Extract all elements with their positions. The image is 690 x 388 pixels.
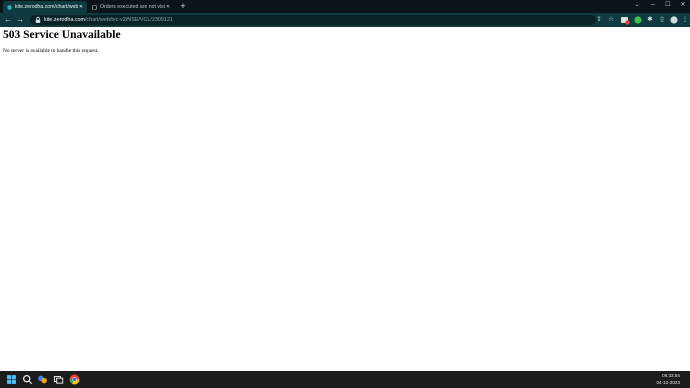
tab-orders[interactable]: Orders executed are not visible ✕ [88,1,174,13]
error-heading: 503 Service Unavailable [3,29,121,41]
browser-toolbar: ← → kite.zerodha.com/chart/web/tvc-v2/NS… [0,13,690,27]
tab-label: Orders executed are not visible [100,4,165,10]
windows-start-icon[interactable] [6,374,17,385]
clock-date: 04-12-2023 [656,379,681,385]
tab-close-icon[interactable]: ✕ [165,4,171,10]
url-path: /chart/web/tvc-v2/NSE/VCL/2309121 [85,17,173,23]
profile-avatar-icon[interactable] [669,15,679,25]
page-favicon-icon [92,4,97,10]
menu-kebab-icon[interactable]: ⋮ [680,15,690,25]
share-icon[interactable]: ⇪ [594,15,604,25]
address-bar[interactable]: kite.zerodha.com/chart/web/tvc-v2/NSE/VC… [30,15,596,25]
windows-taskbar: 09:33:54 04-12-2023 [0,371,690,388]
task-view-icon[interactable] [53,374,64,385]
system-clock[interactable]: 09:33:54 04-12-2023 [640,373,681,386]
new-tab-plus-icon[interactable]: + [178,1,188,11]
back-arrow-icon[interactable]: ← [3,15,13,25]
close-window-icon[interactable]: ✕ [674,0,690,11]
chrome-icon[interactable] [69,374,80,385]
search-icon[interactable] [22,374,33,385]
extensions-puzzle-icon[interactable]: ✱ [645,15,655,25]
forward-arrow-icon[interactable]: → [15,15,25,25]
url-host: kite.zerodha.com [44,17,86,23]
tab-close-icon[interactable]: ✕ [78,4,84,10]
tab-kite-chart[interactable]: kite.zerodha.com/chart/web/tvc ✕ [3,1,87,13]
copilot-icon[interactable] [37,374,48,385]
lock-icon [35,16,41,23]
tab-label: kite.zerodha.com/chart/web/tvc [15,4,78,10]
extension-green-icon[interactable] [633,15,643,25]
extension-badge-icon[interactable] [620,15,630,25]
side-panel-icon[interactable]: ▯ [657,15,667,25]
tab-strip: kite.zerodha.com/chart/web/tvc ✕ Orders … [0,0,690,13]
page-content: 503 Service Unavailable No server is ava… [0,27,690,371]
bookmark-star-icon[interactable]: ☆ [606,15,616,25]
kite-favicon-icon [7,4,12,10]
error-message: No server is available to handle this re… [3,48,99,54]
